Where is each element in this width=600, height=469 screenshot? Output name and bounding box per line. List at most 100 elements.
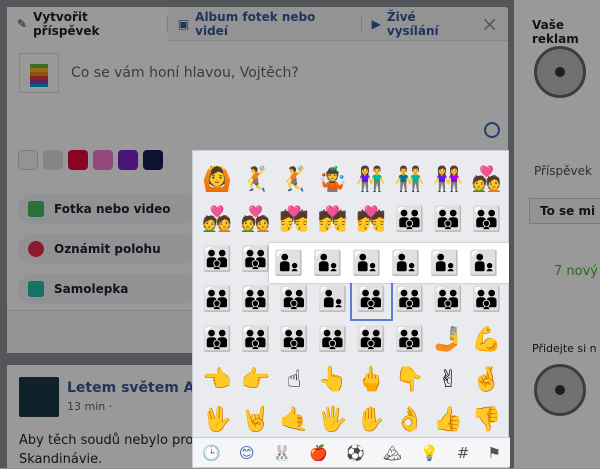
swatch[interactable]: [43, 150, 63, 170]
emoji-cell[interactable]: 🤘: [237, 399, 276, 439]
post-time[interactable]: 13 min ·: [67, 400, 112, 413]
emoji-cell[interactable]: 👆: [314, 359, 353, 399]
photo-video-button[interactable]: Fotka nebo video: [18, 194, 198, 224]
skin-tone-option[interactable]: 👨‍👦: [464, 243, 503, 283]
category-tab[interactable]: ⚑: [488, 444, 501, 462]
emoji-cell[interactable]: 👈: [198, 359, 237, 399]
emoji-row: 🖖 🤘 🤙 🖐 ✋ 👌 👍 👎: [193, 399, 510, 439]
skin-tone-option[interactable]: 👨‍👦: [269, 243, 308, 283]
swatch-back-button[interactable]: [18, 150, 38, 170]
emoji-cell[interactable]: 👪: [275, 279, 314, 319]
emoji-cell[interactable]: 👪: [350, 277, 393, 321]
skin-tone-option[interactable]: 👨‍👦: [347, 243, 386, 283]
emoji-cell[interactable]: 🖐: [314, 399, 353, 439]
page-avatar[interactable]: [19, 377, 59, 417]
checkin-button[interactable]: Oznámit polohu: [18, 234, 198, 264]
emoji-cell[interactable]: 👇: [391, 359, 430, 399]
emoji-cell[interactable]: 💑: [468, 159, 507, 199]
emoji-cell[interactable]: 👪: [352, 319, 391, 359]
sticker-button[interactable]: Samolepka: [18, 274, 198, 304]
category-tab[interactable]: 🐰: [273, 444, 292, 462]
swatch[interactable]: [93, 150, 113, 170]
emoji-grid: 🙆 🤾 🤾 🤹 👫 👬 👭 💑 💑 💑 💏 💏 💏 👪 👪 👪 👪 👪 👪 👪 👪 👨‍👦 👪 👪 👪 👪 👪 👪 👪 👪 👪 👪 🤳 💪 👈 👉 ☝ 👆…: [193, 159, 510, 439]
new-count[interactable]: 7 nový: [554, 264, 598, 279]
emoji-row: 🙆 🤾 🤾 🤹 👫 👬 👭 💑: [193, 159, 510, 199]
emoji-cell[interactable]: 🤳: [429, 319, 468, 359]
sticker-icon: [28, 281, 44, 297]
tab-live[interactable]: ▶ Živé vysílání: [362, 7, 482, 41]
emoji-cell[interactable]: ✋: [352, 399, 391, 439]
swatch[interactable]: [118, 150, 138, 170]
post-label[interactable]: Příspěvek: [534, 164, 592, 178]
film-reel-icon: [534, 364, 586, 416]
emoji-category-bar: 🕒 😊 🐰 🍎 ⚽ 🏔 💡 # ⚑: [193, 437, 510, 467]
category-tab[interactable]: 🍎: [309, 444, 328, 462]
emoji-cell[interactable]: 👫: [352, 159, 391, 199]
user-avatar[interactable]: [19, 53, 59, 93]
background-swatches: [18, 150, 163, 170]
category-tab[interactable]: 😊: [239, 444, 255, 462]
emoji-icon[interactable]: [484, 122, 500, 138]
emoji-cell[interactable]: 👍: [429, 399, 468, 439]
emoji-cell[interactable]: 🙆: [198, 159, 237, 199]
swatch[interactable]: [143, 150, 163, 170]
emoji-cell[interactable]: 👪: [198, 279, 237, 319]
emoji-cell[interactable]: 🖕: [352, 359, 391, 399]
emoji-cell[interactable]: 👪: [275, 319, 314, 359]
skin-tone-option[interactable]: 👨‍👦: [308, 243, 347, 283]
emoji-cell[interactable]: 👪: [429, 199, 468, 239]
emoji-cell[interactable]: 🤞: [468, 359, 507, 399]
category-tab[interactable]: ⚽: [346, 444, 365, 462]
emoji-cell[interactable]: 👪: [468, 279, 507, 319]
like-page-button[interactable]: To se mi lí: [529, 198, 600, 224]
emoji-cell[interactable]: 👬: [391, 159, 430, 199]
film-reel-icon: [534, 46, 586, 98]
emoji-cell[interactable]: 🤹: [314, 159, 353, 199]
category-tab[interactable]: 💡: [420, 444, 439, 462]
status-input[interactable]: Co se vám honí hlavou, Vojtěch?: [71, 65, 299, 81]
location-pin-icon: [28, 241, 44, 257]
add-label: Přidejte si n: [532, 342, 597, 355]
emoji-cell[interactable]: 👪: [429, 279, 468, 319]
emoji-cell[interactable]: 👪: [391, 319, 430, 359]
skin-tone-option[interactable]: 👨‍👦: [386, 243, 425, 283]
tab-create-post[interactable]: ✎ Vytvořit příspěvek: [7, 6, 168, 41]
emoji-cell[interactable]: ☝: [275, 359, 314, 399]
emoji-cell[interactable]: 💏: [352, 199, 391, 239]
emoji-cell[interactable]: 🤙: [275, 399, 314, 439]
emoji-row: 👈 👉 ☝ 👆 🖕 👇 ✌ 🤞: [193, 359, 510, 399]
category-tab[interactable]: 🕒: [202, 444, 221, 462]
emoji-cell[interactable]: 💑: [237, 199, 276, 239]
emoji-cell[interactable]: 👪: [237, 319, 276, 359]
emoji-cell[interactable]: 👭: [429, 159, 468, 199]
emoji-cell[interactable]: 👨‍👦: [314, 279, 353, 319]
emoji-cell[interactable]: 👪: [391, 199, 430, 239]
emoji-cell[interactable]: 👌: [391, 399, 430, 439]
emoji-cell[interactable]: 👪: [237, 279, 276, 319]
emoji-cell[interactable]: 👪: [198, 319, 237, 359]
emoji-cell[interactable]: 🤾: [275, 159, 314, 199]
emoji-cell[interactable]: 👪: [391, 279, 430, 319]
post-text: Aby těch soudů nebylo pro Skandinávie.: [19, 433, 194, 467]
emoji-cell[interactable]: 💏: [275, 199, 314, 239]
tab-album[interactable]: ▣ Album fotek nebo videí: [168, 7, 362, 41]
emoji-cell[interactable]: 👉: [237, 359, 276, 399]
emoji-cell[interactable]: 💪: [468, 319, 507, 359]
emoji-cell[interactable]: 🖖: [198, 399, 237, 439]
emoji-cell[interactable]: 💏: [314, 199, 353, 239]
emoji-cell[interactable]: 👪: [468, 199, 507, 239]
emoji-cell[interactable]: 🤾: [237, 159, 276, 199]
swatch[interactable]: [68, 150, 88, 170]
emoji-cell[interactable]: 👪: [198, 239, 237, 279]
emoji-picker: 🙆 🤾 🤾 🤹 👫 👬 👭 💑 💑 💑 💏 💏 💏 👪 👪 👪 👪 👪 👪 👪 👪 👨‍👦 👪 👪 👪 👪 👪 👪 👪 👪 👪 👪 🤳 💪 👈 👉 ☝ 👆…: [192, 150, 510, 468]
close-icon[interactable]: ×: [481, 12, 498, 36]
emoji-cell[interactable]: 👎: [468, 399, 507, 439]
category-tab[interactable]: 🏔: [383, 444, 402, 462]
emoji-cell[interactable]: ✌: [429, 359, 468, 399]
category-tab[interactable]: #: [457, 444, 470, 462]
pencil-icon: ✎: [17, 16, 28, 31]
emoji-cell[interactable]: 💑: [198, 199, 237, 239]
album-icon: ▣: [177, 16, 190, 31]
skin-tone-option[interactable]: 👨‍👦: [425, 243, 464, 283]
emoji-cell[interactable]: 👪: [314, 319, 353, 359]
